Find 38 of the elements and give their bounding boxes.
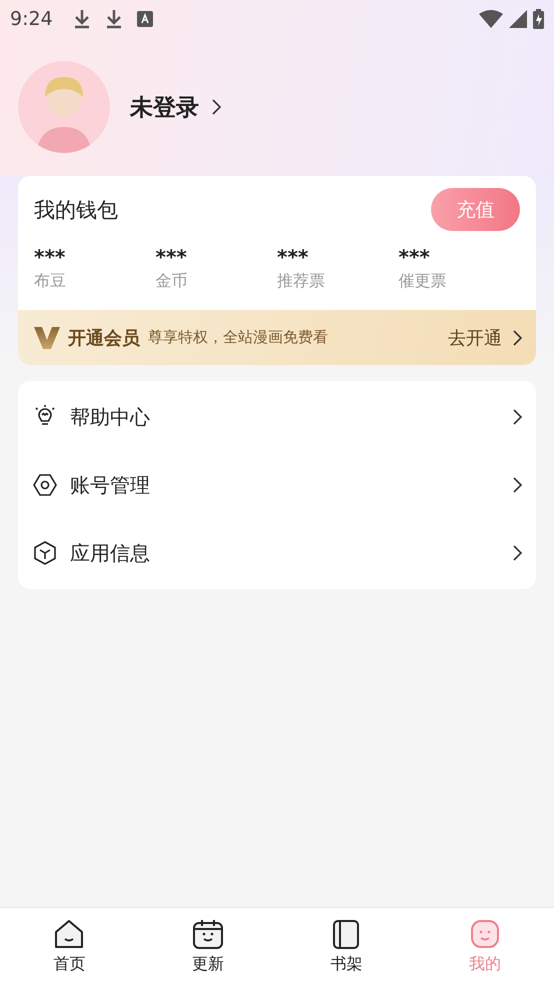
chevron-right-icon xyxy=(512,545,522,561)
stat-value: *** xyxy=(156,245,188,267)
wifi-icon xyxy=(479,10,503,28)
nav-tab[interactable]: 更新 xyxy=(138,908,277,984)
hexagon-nut-icon xyxy=(32,472,58,498)
vip-banner[interactable]: 开通会员 尊享特权，全站漫画免费看 去开通 xyxy=(18,310,536,365)
wallet-title: 我的钱包 xyxy=(34,196,118,224)
stat-value: *** xyxy=(277,245,310,267)
calendar-icon xyxy=(192,918,224,950)
stat-value: *** xyxy=(34,245,66,267)
menu-item[interactable]: 账号管理 xyxy=(18,451,536,519)
chevron-right-icon xyxy=(512,477,522,493)
signal-icon xyxy=(509,10,527,28)
battery-icon xyxy=(533,9,544,29)
activate-link[interactable]: 去开通 xyxy=(448,326,522,350)
vip-title: 开通会员 xyxy=(68,326,140,350)
chevron-right-icon xyxy=(512,330,522,346)
download-icon xyxy=(104,9,123,29)
menu-item[interactable]: 应用信息 xyxy=(18,519,536,587)
nav-tab[interactable]: 首页 xyxy=(0,908,138,984)
v-logo-icon xyxy=(34,326,60,348)
avatar[interactable] xyxy=(18,61,110,153)
vip-subtitle: 尊享特权，全站漫画免费看 xyxy=(148,328,328,347)
cube-icon xyxy=(32,540,58,566)
stat-label: 金币 xyxy=(156,271,188,292)
chevron-right-icon xyxy=(211,99,221,115)
chevron-right-icon xyxy=(512,409,522,425)
login-link[interactable]: 未登录 xyxy=(130,92,221,122)
status-time: 9:24 xyxy=(10,8,53,30)
nav-tab[interactable]: 书架 xyxy=(277,908,416,984)
house-icon xyxy=(53,918,86,950)
stat-label: 推荐票 xyxy=(277,271,326,292)
keyboard-icon xyxy=(136,11,153,27)
menu-item[interactable]: 帮助中心 xyxy=(18,383,536,451)
stat-label: 催更票 xyxy=(398,271,448,292)
stat-value: *** xyxy=(398,245,431,267)
download-icon xyxy=(72,9,91,29)
stat-label: 布豆 xyxy=(34,271,67,292)
